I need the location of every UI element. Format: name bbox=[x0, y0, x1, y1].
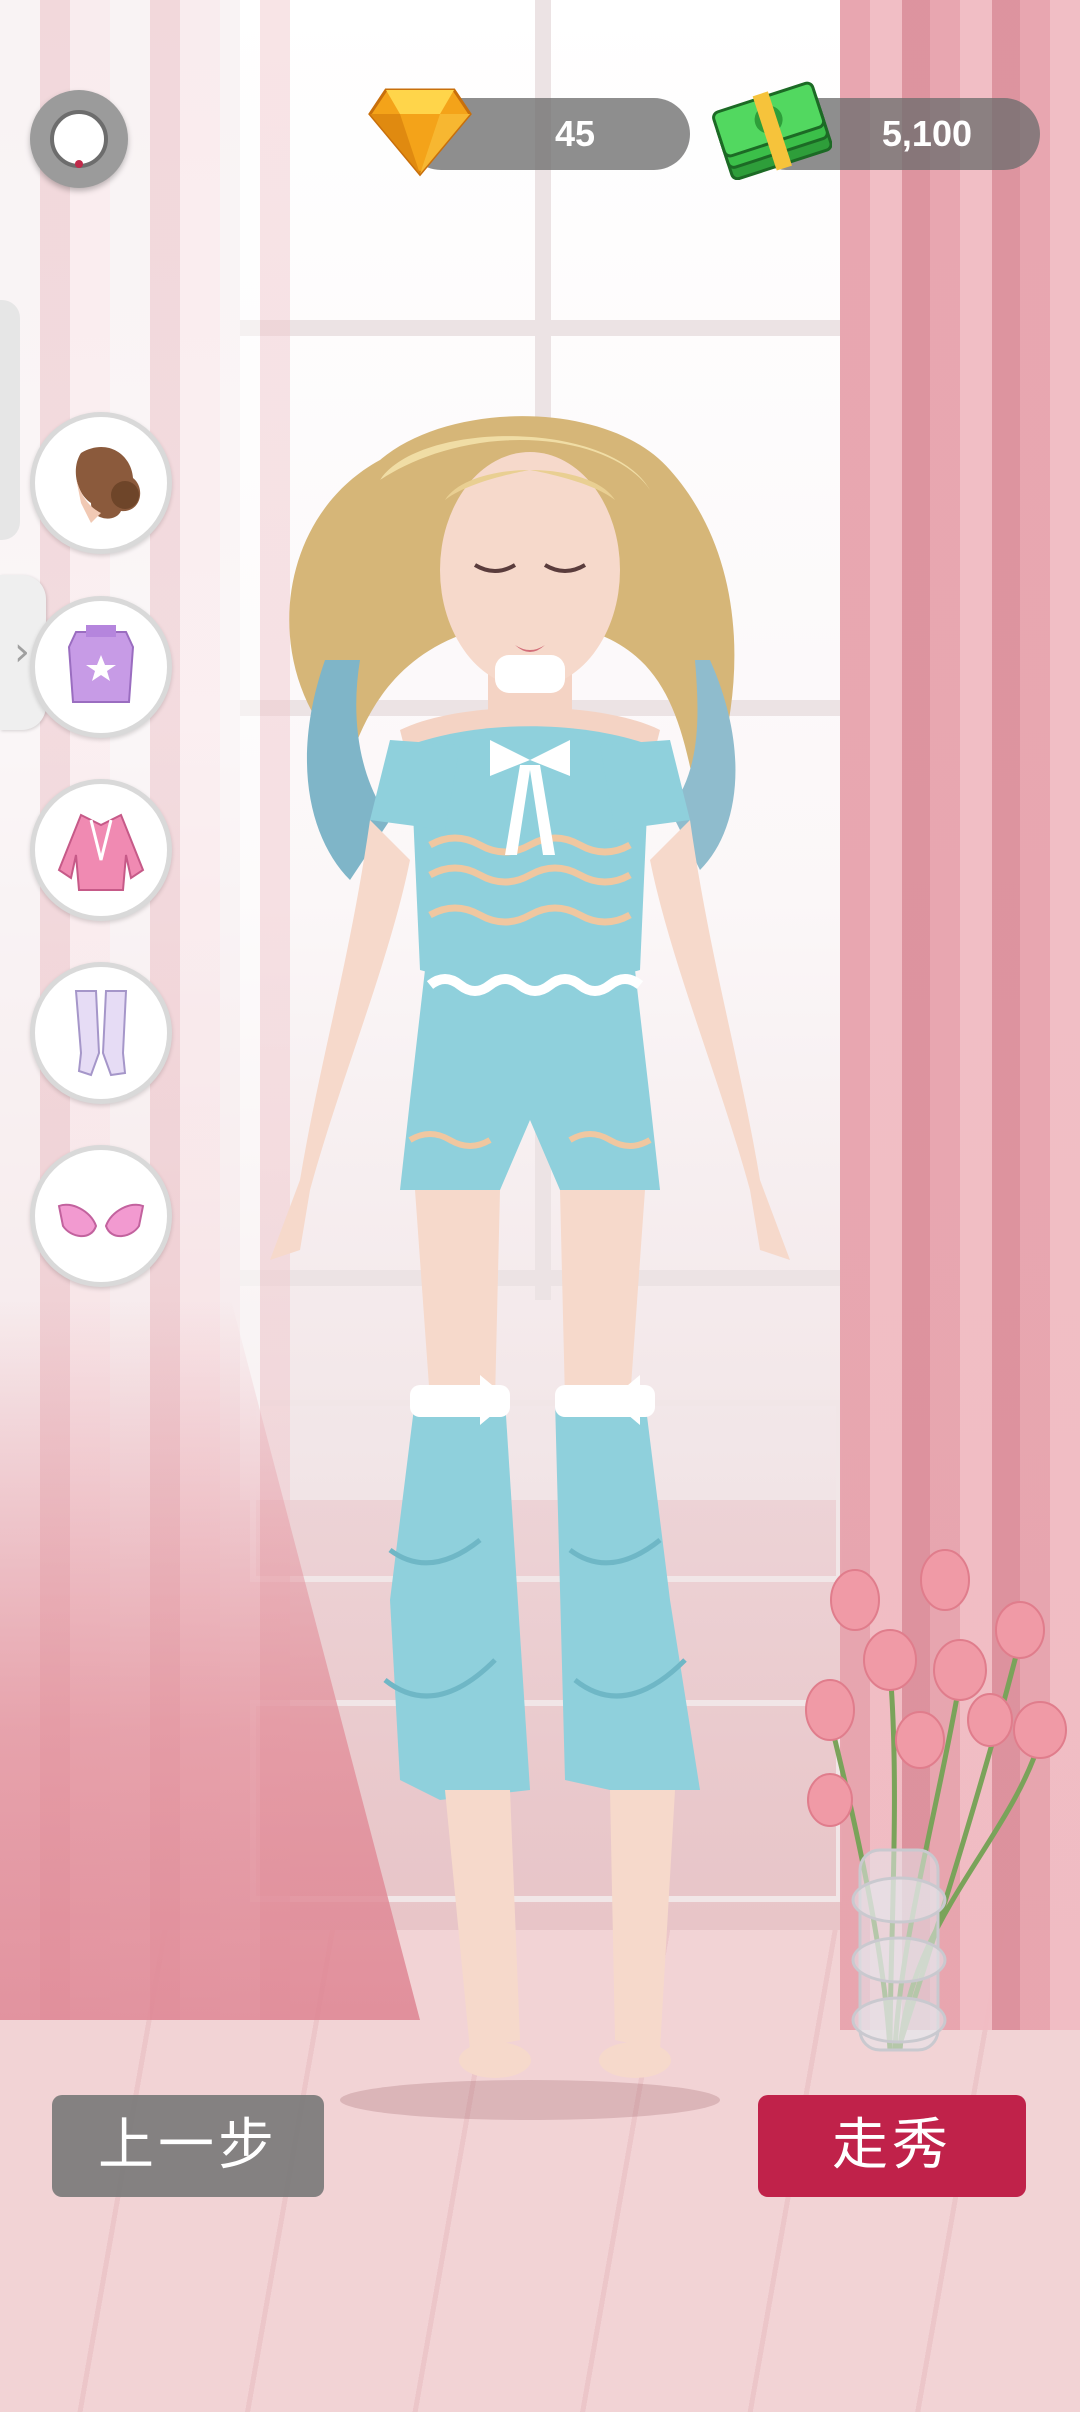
chevron-right-icon: › bbox=[14, 629, 30, 675]
left-edge-tab bbox=[0, 300, 20, 540]
runway-walk-button[interactable]: 走秀 bbox=[758, 2095, 1026, 2197]
category-shoes-button[interactable] bbox=[30, 1145, 172, 1287]
gem-count: 45 bbox=[554, 113, 595, 154]
heels-icon bbox=[57, 1203, 145, 1238]
back-button[interactable]: 上一步 bbox=[52, 2095, 324, 2197]
diamond-icon bbox=[368, 88, 472, 177]
cash-stack-icon bbox=[712, 81, 832, 180]
crop-top-icon bbox=[67, 625, 135, 703]
category-hair-button[interactable] bbox=[30, 412, 172, 554]
character-model[interactable] bbox=[230, 400, 830, 2120]
notification-dot bbox=[75, 160, 83, 168]
category-socks-button[interactable] bbox=[30, 962, 172, 1104]
category-jacket-button[interactable] bbox=[30, 779, 172, 921]
leg-warmers-icon bbox=[74, 990, 128, 1077]
cash-count: 5,100 bbox=[881, 113, 972, 154]
category-top-button[interactable] bbox=[30, 596, 172, 738]
settings-button[interactable] bbox=[30, 90, 128, 188]
tulip-vase bbox=[805, 1549, 1067, 2052]
jacket-icon bbox=[57, 813, 145, 891]
hairstyle-icon bbox=[75, 447, 141, 523]
